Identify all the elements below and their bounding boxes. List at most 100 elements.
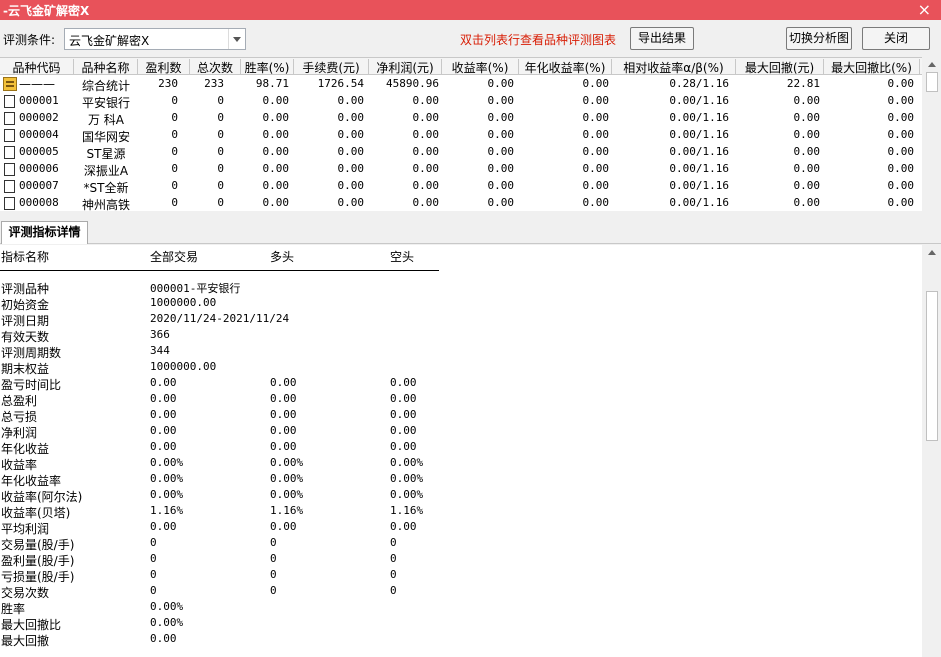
condition-label: 评测条件: [3,33,56,47]
table-row[interactable]: 000006 深振业A 0 0 0.00 0.00 0.00 0.00 0.00 0.00/1.1… [0,161,922,178]
cell-fee: 0.00 [337,94,365,107]
scroll-up-icon[interactable] [928,250,936,255]
cell-code: 000001 [19,94,59,107]
column-header[interactable]: 总次数 [190,59,241,74]
column-header[interactable]: 品种名称 [74,59,138,74]
table-row[interactable]: 000005 ST星源 0 0 0.00 0.00 0.00 0.00 0.00 0.00/1.1… [0,144,922,161]
tab-indicator-details[interactable]: 评测指标详情 [1,221,88,244]
detail-row: 胜率 0.00% [0,600,922,616]
metric-name: 亏损量(股/手) [1,570,75,584]
detail-header-name: 指标名称 [1,250,50,264]
column-header[interactable]: 最大回撤比(%) [824,59,920,74]
tab-strip: 评测指标详情 [0,213,941,244]
cell-profit: 0.00 [412,111,440,124]
cell-annual: 0.00 [582,145,610,158]
value-short: 0 [390,568,397,581]
cell-name: 国华网安 [81,130,130,143]
cell-profit: 0.00 [412,162,440,175]
value-long: 1.16% [270,504,304,517]
cell-ab: 0.00/1.16 [669,179,729,192]
value-long: 0.00 [270,440,297,453]
value-long: 0.00% [270,472,304,485]
detail-row: 最大回撤 0.00 [0,632,922,648]
cell-fee: 0.00 [337,111,365,124]
cell-ab: 0.00/1.16 [669,162,729,175]
detail-row: 收益率(贝塔) 1.16% 1.16% 1.16% [0,504,922,520]
window-close-icon[interactable]: × [918,0,931,19]
cell-dd: 0.00 [793,94,821,107]
cell-dd: 0.00 [793,111,821,124]
metric-name: 年化收益率 [1,474,62,488]
column-header[interactable]: 相对收益率α/β(%) [612,59,736,74]
toolbar: 评测条件: 云飞金矿解密X 双击列表行查看品种评测图表 导出结果 切换分析图 关… [0,22,941,56]
metric-name: 平均利润 [1,522,50,536]
column-header[interactable]: 收益率(%) [442,59,519,74]
detail-row: 评测周期数 344 [0,344,922,360]
value-all: 0.00 [150,424,177,437]
document-icon [4,112,15,125]
scroll-thumb[interactable] [926,291,938,441]
cell-dd: 0.00 [793,162,821,175]
cell-code: ——— [19,77,55,91]
scroll-up-icon[interactable] [928,62,936,67]
column-header[interactable]: 品种代码 [0,59,74,74]
document-icon [4,197,15,210]
cell-dd: 0.00 [793,128,821,141]
cell-fee: 0.00 [337,145,365,158]
table-row[interactable]: 000004 国华网安 0 0 0.00 0.00 0.00 0.00 0.00 0.00/1.1… [0,127,922,144]
cell-ddr: 0.00 [887,128,915,141]
cell-ret: 0.00 [487,77,515,90]
metric-name: 收益率(阿尔法) [1,490,83,504]
cell-name: 万 科A [87,113,125,126]
detail-scrollbar[interactable] [924,245,941,657]
chevron-down-icon[interactable] [228,29,245,49]
value-short: 0 [390,552,397,565]
value-short: 0.00% [390,472,424,485]
value-short: 1.16% [390,504,424,517]
cell-fee: 1726.54 [317,77,364,90]
value-short: 0.00 [390,520,417,533]
cell-win: 0 [171,111,178,124]
value-all: 366 [150,328,170,341]
value-all: 344 [150,344,170,357]
cell-win: 0 [171,196,178,209]
value-short: 0 [390,584,397,597]
metric-name: 交易次数 [1,586,50,600]
cell-ab: 0.00/1.16 [669,94,729,107]
cell-ddr: 0.00 [887,162,915,175]
value-all: 0.00 [150,392,177,405]
column-header[interactable]: 年化收益率(%) [519,59,612,74]
column-header[interactable]: 净利润(元) [369,59,442,74]
value-all: 1.16% [150,504,184,517]
value-short: 0.00 [390,440,417,453]
table-row[interactable]: 000008 神州高铁 0 0 0.00 0.00 0.00 0.00 0.00 0.00/1.1… [0,195,922,212]
table-scrollbar[interactable] [924,57,941,211]
metric-name: 初始资金 [1,298,50,312]
table-row[interactable]: 000007 *ST全新 0 0 0.00 0.00 0.00 0.00 0.00 0.00/1.… [0,178,922,195]
window-title: -云飞金矿解密X [3,4,90,18]
close-button[interactable]: 关闭 [862,27,930,50]
cell-dd: 22.81 [786,77,820,90]
table-row[interactable]: 000001 平安银行 0 0 0.00 0.00 0.00 0.00 0.00 0.00/1.1… [0,93,922,110]
detail-row: 收益率(阿尔法) 0.00% 0.00% 0.00% [0,488,922,504]
table-row[interactable]: 000002 万 科A 0 0 0.00 0.00 0.00 0.00 0.00 0.00/1.1… [0,110,922,127]
cell-name: 综合统计 [81,79,130,92]
export-button[interactable]: 导出结果 [630,27,694,50]
column-header[interactable]: 胜率(%) [241,59,294,74]
cell-ret: 0.00 [487,162,515,175]
column-header[interactable]: 最大回撤(元) [736,59,824,74]
summary-row[interactable]: ——— 综合统计 230 233 98.71 1726.54 45890.96 0.00 0.0… [0,76,922,93]
value-long: 0.00% [270,456,304,469]
column-header[interactable]: 盈利数 [138,59,190,74]
cell-ret: 0.00 [487,145,515,158]
value-all: 0.00% [150,600,184,613]
condition-value: 云飞金矿解密X [69,34,150,48]
condition-select[interactable]: 云飞金矿解密X [64,28,246,50]
column-header[interactable]: 手续费(元) [294,59,369,74]
scroll-thumb[interactable] [926,72,938,92]
value-long: 0.00 [270,424,297,437]
cell-annual: 0.00 [582,94,610,107]
switch-chart-button[interactable]: 切换分析图 [786,27,852,50]
cell-ab: 0.00/1.16 [669,128,729,141]
cell-annual: 0.00 [582,196,610,209]
